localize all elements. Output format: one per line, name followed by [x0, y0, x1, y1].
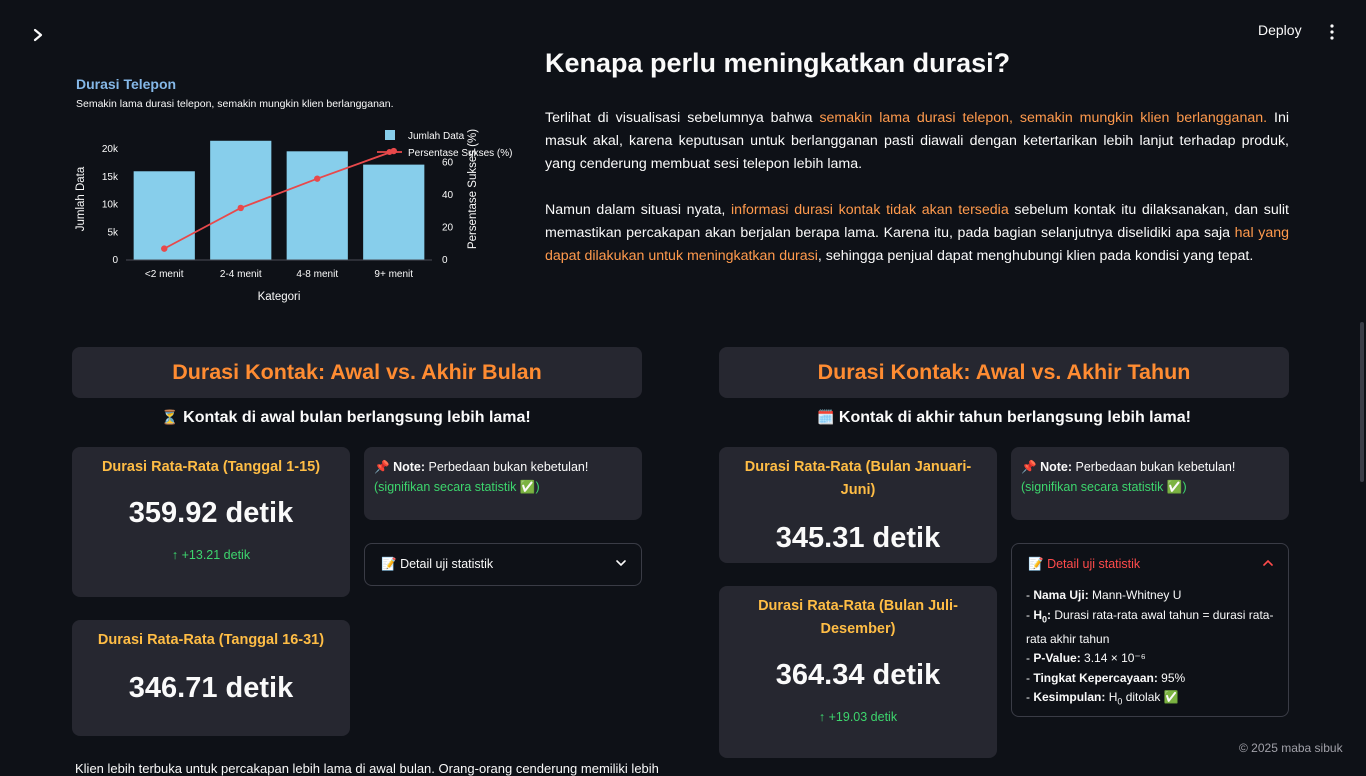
y-axis-label: Jumlah Data: [75, 166, 87, 231]
page-heading: Kenapa perlu meningkatkan durasi?: [545, 48, 1011, 78]
metric-card-day-16-31: Durasi Rata-Rata (Tanggal 16-31) 346.71 …: [72, 620, 350, 736]
y-tick-label: 10k: [102, 200, 119, 211]
pushpin-icon: 📌: [374, 460, 390, 474]
detail-confidence: - Tingkat Kepercayaan: 95%: [1026, 670, 1186, 685]
year-subheading: 🗓️ Kontak di akhir tahun berlangsung leb…: [817, 409, 1191, 426]
x-axis-label: Kategori: [258, 291, 301, 303]
footer-copyright: © 2025 maba sibuk: [1239, 741, 1343, 755]
detail-p-value: - P-Value: 3.14 × 10⁻⁶: [1026, 651, 1146, 666]
note-box-year: 📌 Note: Perbedaan bukan kebetulan! (sign…: [1011, 447, 1289, 520]
expand-sidebar-icon[interactable]: [30, 24, 48, 46]
detail-conclusion: - Kesimpulan: H0 ditolak ✅: [1026, 690, 1179, 707]
pushpin-icon: 📌: [1021, 460, 1037, 474]
y-tick-label: 5k: [107, 227, 119, 238]
metric-value: 345.31 detik: [775, 522, 941, 554]
line-point: [237, 204, 244, 212]
y-tick-label: 15k: [102, 172, 119, 183]
expander-header[interactable]: 📝 Detail uji statistik: [365, 544, 641, 584]
line-point: [314, 175, 321, 182]
line-point: [161, 245, 168, 252]
metric-card-jan-jun: Durasi Rata-Rata (Bulan Januari-Juni) 34…: [719, 447, 997, 563]
year-section-header: Durasi Kontak: Awal vs. Akhir Tahun: [719, 347, 1289, 398]
metric-delta: ↑ +13.21 detik: [171, 548, 251, 562]
metric-label: Durasi Rata-Rata (Bulan Januari-Juni): [744, 459, 972, 498]
x-tick-label: 4-8 menit: [296, 269, 338, 280]
y2-tick-label: 20: [442, 222, 454, 233]
calendar-icon: 🗓️: [817, 409, 835, 425]
x-tick-label: 9+ menit: [374, 269, 413, 280]
metric-card-day-1-15: Durasi Rata-Rata (Tanggal 1-15) 359.92 d…: [72, 447, 350, 597]
expander-body: - Nama Uji: Mann-Whitney U - H0: Durasi …: [1012, 584, 1288, 722]
line-series: [163, 150, 395, 250]
intro-paragraph-2: Namun dalam situasi nyata, informasi dur…: [545, 202, 1290, 264]
expander-header[interactable]: 📝 Detail uji statistik: [1012, 544, 1288, 584]
metric-label: Durasi Rata-Rata (Tanggal 16-31): [97, 632, 325, 648]
intro-paragraph-1: Terlihat di visualisasi sebelumnya bahwa…: [545, 110, 1289, 172]
legend-swatch-bar: [385, 130, 395, 140]
x-tick-label: 2-4 menit: [220, 269, 262, 280]
arrow-up-icon: ↑: [171, 548, 179, 562]
chart-svg: 0 5k 10k 15k 20k 0 20 40 60 <2 menit 2-4 menit 4-8 …: [75, 129, 513, 303]
stat-detail-expander-month[interactable]: 📝 Detail uji statistik: [364, 543, 642, 586]
y2-tick-label: 0: [442, 255, 448, 266]
detail-h0: - H0: Durasi rata-rata awal tahun = dura…: [1026, 607, 1274, 646]
detail-test-name: - Nama Uji: Mann-Whitney U: [1026, 588, 1182, 602]
hourglass-icon: ⏳: [161, 409, 179, 425]
deploy-button[interactable]: Deploy: [1258, 22, 1302, 42]
y-tick-label: 0: [112, 255, 118, 266]
legend-label: Jumlah Data: [408, 131, 465, 142]
more-menu-icon[interactable]: [1326, 23, 1338, 41]
month-section-header: Durasi Kontak: Awal vs. Akhir Bulan: [72, 347, 642, 398]
metric-label: Durasi Rata-Rata (Tanggal 1-15): [101, 459, 321, 475]
memo-icon: 📝: [1028, 557, 1044, 571]
month-explanation-text: Klien lebih terbuka untuk percakapan leb…: [75, 761, 659, 776]
metric-value: 364.34 detik: [775, 659, 941, 691]
x-tick-label: <2 menit: [145, 269, 184, 280]
note-box-month: 📌 Note: Perbedaan bukan kebetulan! (sign…: [364, 447, 642, 520]
legend-swatch-point: [386, 149, 393, 155]
arrow-up-icon: ↑: [818, 710, 826, 724]
y2-tick-label: 60: [442, 157, 454, 168]
memo-icon: 📝: [381, 557, 397, 571]
y2-tick-label: 40: [442, 190, 454, 201]
duration-chart: Durasi Telepon Semakin lama durasi telep…: [70, 72, 520, 317]
metric-label: Durasi Rata-Rata (Bulan Juli-Desember): [758, 598, 958, 637]
metric-delta: ↑ +19.03 detik: [818, 710, 898, 724]
metric-value: 359.92 detik: [128, 497, 294, 529]
y-tick-label: 20k: [102, 144, 119, 155]
chevron-down-icon[interactable]: [615, 558, 627, 568]
chevron-up-icon[interactable]: [1262, 558, 1274, 568]
month-subheading: ⏳ Kontak di awal bulan berlangsung lebih…: [161, 409, 531, 426]
legend-label: Persentase Sukses (%): [408, 148, 513, 159]
stat-detail-expander-year[interactable]: 📝 Detail uji statistik - Nama Uji: Mann-…: [1011, 543, 1289, 717]
bar: [286, 151, 348, 260]
y2-axis-label: Persentase Sukses (%): [467, 129, 479, 249]
metric-card-jul-dec: Durasi Rata-Rata (Bulan Juli-Desember) 3…: [719, 586, 997, 758]
metric-value: 346.71 detik: [128, 672, 294, 704]
page-scrollbar[interactable]: [1360, 322, 1364, 482]
bar: [363, 164, 425, 260]
